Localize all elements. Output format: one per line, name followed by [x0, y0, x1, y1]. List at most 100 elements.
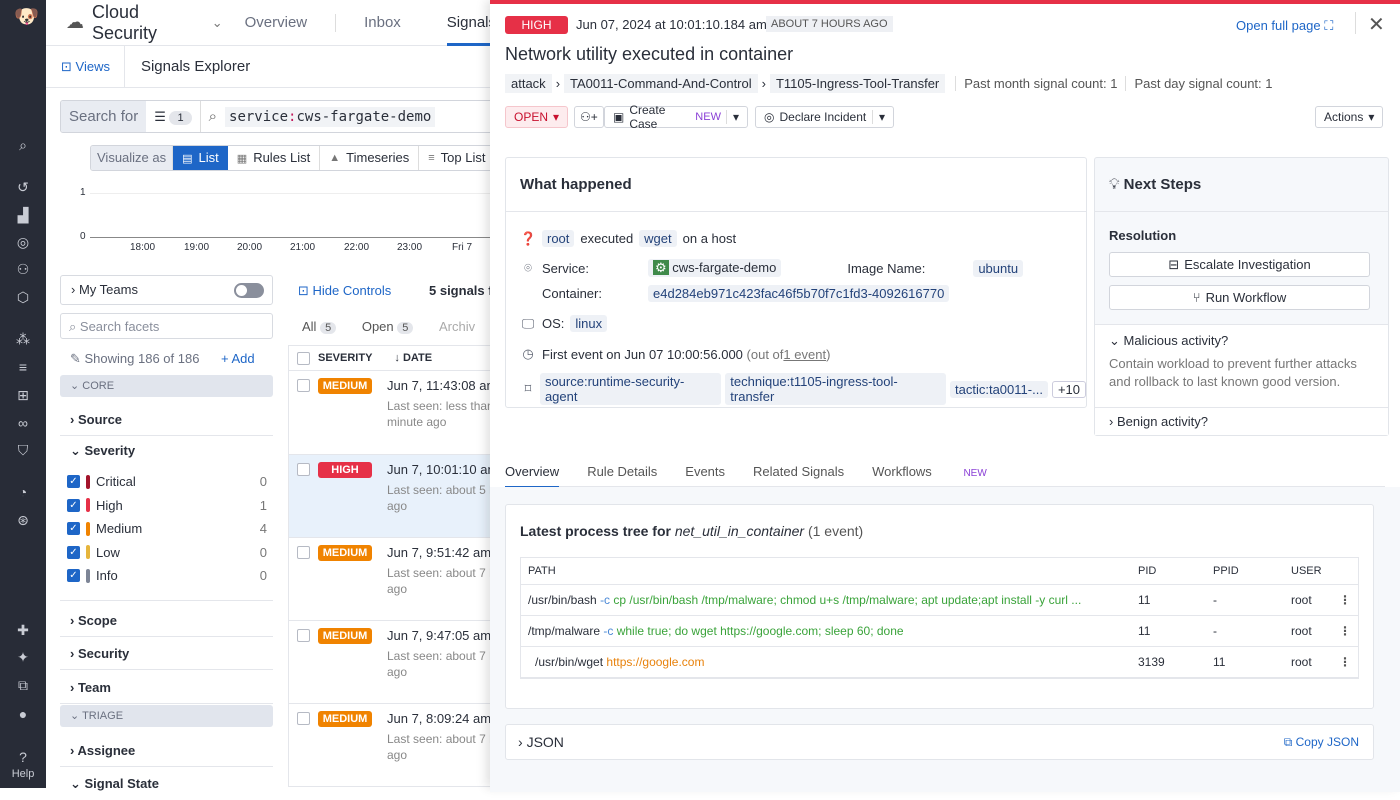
facet-scope[interactable]: › Scope: [60, 605, 273, 637]
open-full-page-link[interactable]: Open full page ⛶: [1236, 18, 1333, 34]
malicious-toggle[interactable]: ⌄ Malicious activity?: [1109, 333, 1374, 349]
search-bar[interactable]: Search for ☰ 1 ⌕ service:cws-fargate-dem…: [60, 100, 500, 133]
process-row[interactable]: /usr/bin/bash -c cp /usr/bin/bash /tmp/m…: [521, 584, 1358, 615]
visualize-top-list-label[interactable]: Top List: [441, 150, 486, 166]
my-teams-filter[interactable]: › My Teams: [60, 275, 273, 305]
visualize-rules-list-label[interactable]: Rules List: [253, 150, 310, 166]
help-icon[interactable]: ?: [14, 748, 32, 766]
severity-option[interactable]: ✓Medium4: [67, 517, 267, 541]
more-options-icon[interactable]: ⋮: [1332, 646, 1358, 677]
visualize-list[interactable]: ▤List: [173, 146, 228, 170]
hide-controls-button[interactable]: ⊡ Hide Controls: [298, 283, 391, 299]
severity-option[interactable]: ✓High1: [67, 494, 267, 518]
facet-assignee[interactable]: › Assignee: [60, 735, 273, 767]
visualize-timeseries-label[interactable]: Timeseries: [346, 150, 409, 166]
tag[interactable]: tactic:ta0011-...: [950, 381, 1048, 398]
apm-icon[interactable]: ⊞: [14, 386, 32, 404]
section-triage[interactable]: ⌄ TRIAGE: [60, 705, 273, 727]
json-section[interactable]: › JSON ⧉ Copy JSON: [505, 724, 1374, 760]
more-tags-button[interactable]: +10: [1052, 381, 1086, 398]
services-icon[interactable]: ⁂: [14, 330, 32, 348]
tab-signals[interactable]: Signals: [447, 0, 496, 46]
chevron-down-icon[interactable]: ⌄: [212, 15, 223, 31]
breadcrumb-attack[interactable]: attack: [505, 74, 552, 93]
views-button[interactable]: ⊡ Views: [61, 46, 125, 88]
search-query[interactable]: service:cws-fargate-demo: [225, 107, 435, 127]
breadcrumb-technique[interactable]: T1105-Ingress-Tool-Transfer: [770, 74, 945, 93]
row-checkbox[interactable]: [297, 546, 310, 559]
benign-toggle[interactable]: › Benign activity?: [1095, 408, 1388, 435]
select-all-checkbox[interactable]: [297, 352, 310, 365]
checkbox-checked[interactable]: ✓: [67, 499, 80, 512]
help-label[interactable]: Help: [0, 768, 46, 780]
visualize-top-list[interactable]: ≡Top List: [419, 146, 494, 170]
container-tag[interactable]: e4d284eb971c423fac46f5b70f7c1fd3-4092616…: [648, 285, 949, 302]
run-workflow-button[interactable]: ⑂Run Workflow: [1109, 285, 1370, 310]
checkbox-checked[interactable]: ✓: [67, 522, 80, 535]
tab-events[interactable]: Events: [685, 464, 725, 479]
synthetics-icon[interactable]: ⊛: [14, 511, 32, 529]
visualize-rules-list[interactable]: ▦Rules List: [228, 146, 320, 170]
signal-row[interactable]: MEDIUMJun 7, 9:51:42 amLast seen: about …: [289, 538, 498, 621]
row-checkbox[interactable]: [297, 379, 310, 392]
col-date[interactable]: ↓ DATE: [394, 352, 432, 364]
row-checkbox[interactable]: [297, 629, 310, 642]
os-tag[interactable]: linux: [570, 315, 607, 332]
tab-related-signals[interactable]: Related Signals: [753, 464, 844, 479]
events-link[interactable]: 1 event: [783, 347, 826, 362]
filter-all[interactable]: All 5: [302, 319, 336, 334]
more-options-icon[interactable]: ⋮: [1332, 615, 1358, 646]
process-row[interactable]: /usr/bin/wget https://google.com313911ro…: [521, 646, 1358, 677]
visualize-list-label[interactable]: List: [199, 150, 219, 166]
tab-overview[interactable]: Overview: [505, 464, 559, 489]
signal-row[interactable]: MEDIUMJun 7, 8:09:24 amLast seen: about …: [289, 704, 498, 787]
tab-workflows[interactable]: Workflows NEW: [872, 464, 1015, 479]
declare-incident-button[interactable]: ◎Declare Incident▾: [755, 106, 894, 128]
bits-ai-icon[interactable]: ✦: [14, 648, 32, 666]
dashboard-icon[interactable]: ▟: [14, 206, 32, 224]
signal-row[interactable]: MEDIUMJun 7, 9:47:05 amLast seen: about …: [289, 621, 498, 704]
filter-button[interactable]: ☰ 1: [146, 100, 200, 133]
create-case-button[interactable]: ▣Create CaseNEW▾: [604, 106, 748, 128]
performance-icon[interactable]: ◔: [14, 483, 32, 501]
product-title[interactable]: Cloud Security: [92, 2, 204, 44]
facet-severity[interactable]: ⌄ Severity: [70, 443, 135, 459]
user-tag[interactable]: root: [542, 230, 574, 247]
signal-row[interactable]: HIGHJun 7, 10:01:10 amLast seen: about 5…: [289, 455, 498, 538]
security-shield-icon[interactable]: ⛉: [14, 441, 32, 459]
filter-archived[interactable]: Archiv: [439, 319, 475, 334]
logs-icon[interactable]: ≡: [14, 358, 32, 376]
checkbox-checked[interactable]: ✓: [67, 475, 80, 488]
visualize-timeseries[interactable]: ▲Timeseries: [320, 146, 419, 170]
tab-inbox[interactable]: Inbox: [364, 14, 401, 31]
facet-signal-state[interactable]: ⌄ Signal State: [60, 768, 273, 800]
monitor-icon[interactable]: ◎: [14, 233, 32, 251]
history-icon[interactable]: ↺: [14, 178, 32, 196]
severity-option[interactable]: ✓Info0: [67, 564, 267, 588]
facet-security[interactable]: › Security: [60, 638, 273, 670]
tag[interactable]: source:runtime-security-agent: [540, 373, 721, 405]
col-severity[interactable]: SEVERITY: [318, 352, 372, 364]
add-facet-button[interactable]: + Add: [221, 351, 255, 366]
tab-overview[interactable]: Overview: [245, 14, 308, 31]
my-teams-toggle[interactable]: [234, 283, 264, 298]
datadog-logo-icon[interactable]: 🐶: [14, 8, 32, 26]
facet-team[interactable]: › Team: [60, 672, 273, 704]
process-tag[interactable]: wget: [639, 230, 676, 247]
copy-json-button[interactable]: ⧉ Copy JSON: [1284, 735, 1359, 750]
search-facets-input[interactable]: ⌕ Search facets: [60, 313, 273, 339]
process-row[interactable]: /tmp/malware -c while true; do wget http…: [521, 615, 1358, 646]
user-avatar-icon[interactable]: ●: [14, 705, 32, 723]
escalate-investigation-button[interactable]: ⊟Escalate Investigation: [1109, 252, 1370, 277]
assign-user-button[interactable]: ⚇+: [574, 106, 604, 128]
checkbox-checked[interactable]: ✓: [67, 569, 80, 582]
status-dropdown[interactable]: OPEN ▾: [505, 106, 568, 128]
notebook-icon[interactable]: ⧉: [14, 676, 32, 694]
search-icon[interactable]: ⌕: [14, 136, 32, 154]
facet-source[interactable]: › Source: [60, 404, 273, 436]
tab-rule-details[interactable]: Rule Details: [587, 464, 657, 479]
severity-option[interactable]: ✓Low0: [67, 541, 267, 565]
service-tag[interactable]: ⚙ cws-fargate-demo: [648, 259, 781, 277]
binoculars-icon[interactable]: ⚇: [14, 260, 32, 278]
checkbox-checked[interactable]: ✓: [67, 546, 80, 559]
